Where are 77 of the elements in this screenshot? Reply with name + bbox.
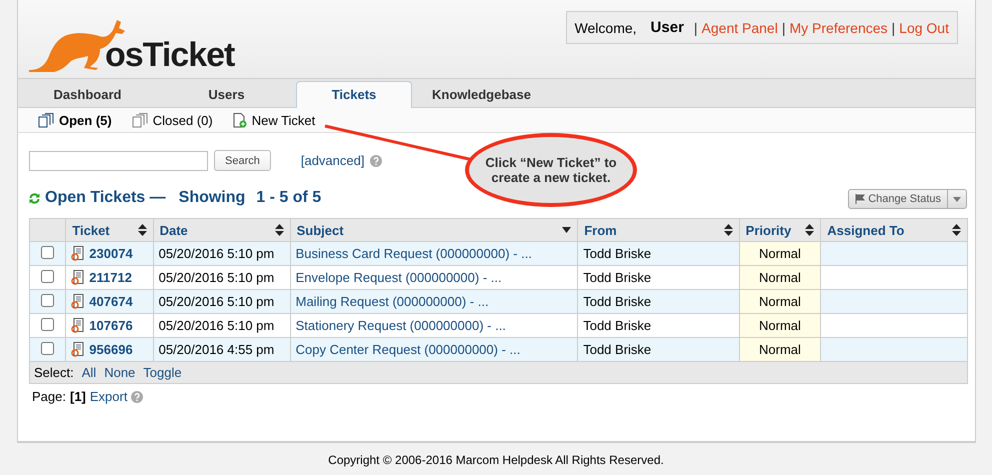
from-cell: Todd Briske [578,338,740,362]
ticket-icon [71,270,86,285]
subnav-link[interactable]: New Ticket [232,112,316,128]
date-cell: 05/20/2016 5:10 pm [153,314,290,338]
row-checkbox[interactable] [41,318,54,330]
row-checkbox[interactable] [41,342,54,354]
column-header[interactable]: Ticket [66,218,154,242]
refresh-icon[interactable] [29,192,40,204]
header-link[interactable]: My Preferences [789,20,888,36]
row-checkbox[interactable] [41,294,54,306]
user-name: User [650,19,684,36]
current-page[interactable]: [1] [70,389,86,404]
logo-text: osTicket [105,38,234,72]
nav-tab[interactable]: Dashboard [18,81,157,108]
date-cell: 05/20/2016 5:10 pm [153,242,290,266]
nav-tab[interactable]: Users [157,81,296,108]
header-link[interactable]: Log Out [899,20,949,36]
help-icon[interactable] [370,154,382,166]
sort-icon[interactable] [805,224,814,236]
list-title: Open Tickets — [45,189,166,207]
sort-icon[interactable] [952,224,961,236]
ticket-icon [71,342,86,357]
priority-cell: Normal [739,338,821,362]
nav-tab[interactable]: Knowledgebase [412,81,551,108]
showing-label: Showing [178,189,246,207]
date-cell: 05/20/2016 5:10 pm [153,290,290,314]
welcome-text: Welcome, [574,20,637,36]
row-checkbox[interactable] [41,246,54,258]
new-document-icon [232,112,247,128]
help-icon[interactable] [131,390,144,402]
ticket-icon [71,318,86,333]
subnav-link[interactable]: Open (5) [38,112,112,128]
advanced-link[interactable]: [advanced] [300,153,364,168]
priority-cell: Normal [739,266,821,290]
search-button[interactable]: Search [214,150,271,171]
column-header[interactable]: Priority [739,218,821,242]
select-link[interactable]: None [104,365,136,380]
column-header[interactable]: Subject [290,218,578,242]
priority-cell: Normal [739,314,821,338]
row-checkbox[interactable] [41,270,54,282]
date-cell: 05/20/2016 5:10 pm [153,266,290,290]
from-cell: Todd Briske [578,314,740,338]
sort-icon[interactable] [274,224,284,236]
sort-down-icon[interactable] [562,227,572,233]
header-link[interactable]: Agent Panel [702,20,778,36]
select-link[interactable]: All [82,365,96,380]
search-field[interactable] [29,150,208,170]
nav-tab[interactable]: Tickets [296,81,412,108]
from-cell: Todd Briske [578,290,740,314]
documents-icon [132,112,148,128]
result-range: 1 - 5 of 5 [256,189,322,207]
column-header[interactable]: Assigned To [820,218,968,242]
page-label: Page: [32,389,66,404]
callout-bubble: Click “New Ticket” to create a new ticket. [465,133,637,207]
separator: | [892,20,896,36]
separator: | [694,20,698,36]
export-link[interactable]: Export [90,389,128,404]
separator: | [782,20,786,36]
priority-cell: Normal [739,290,821,314]
date-cell: 05/20/2016 4:55 pm [153,338,290,362]
select-link[interactable]: Toggle [143,365,182,380]
subnav-link[interactable]: Closed (0) [132,112,213,128]
sort-icon[interactable] [724,224,733,236]
flag-icon [855,194,866,204]
copyright-text: Copyright © 2006-2016 Marcom Helpdesk All Rights Reserved. [327,453,665,467]
from-cell: Todd Briske [578,266,740,290]
column-header[interactable]: From [578,218,740,242]
column-header[interactable]: Date [153,218,290,242]
documents-icon [38,112,54,128]
priority-cell: Normal [739,242,821,266]
from-cell: Todd Briske [578,242,740,266]
select-label: Select: [34,365,74,380]
ticket-icon [71,246,86,261]
caret-icon[interactable] [953,197,961,202]
ticket-icon [71,294,86,309]
sort-icon[interactable] [138,224,147,236]
change-status-button[interactable]: Change Status [848,189,967,209]
